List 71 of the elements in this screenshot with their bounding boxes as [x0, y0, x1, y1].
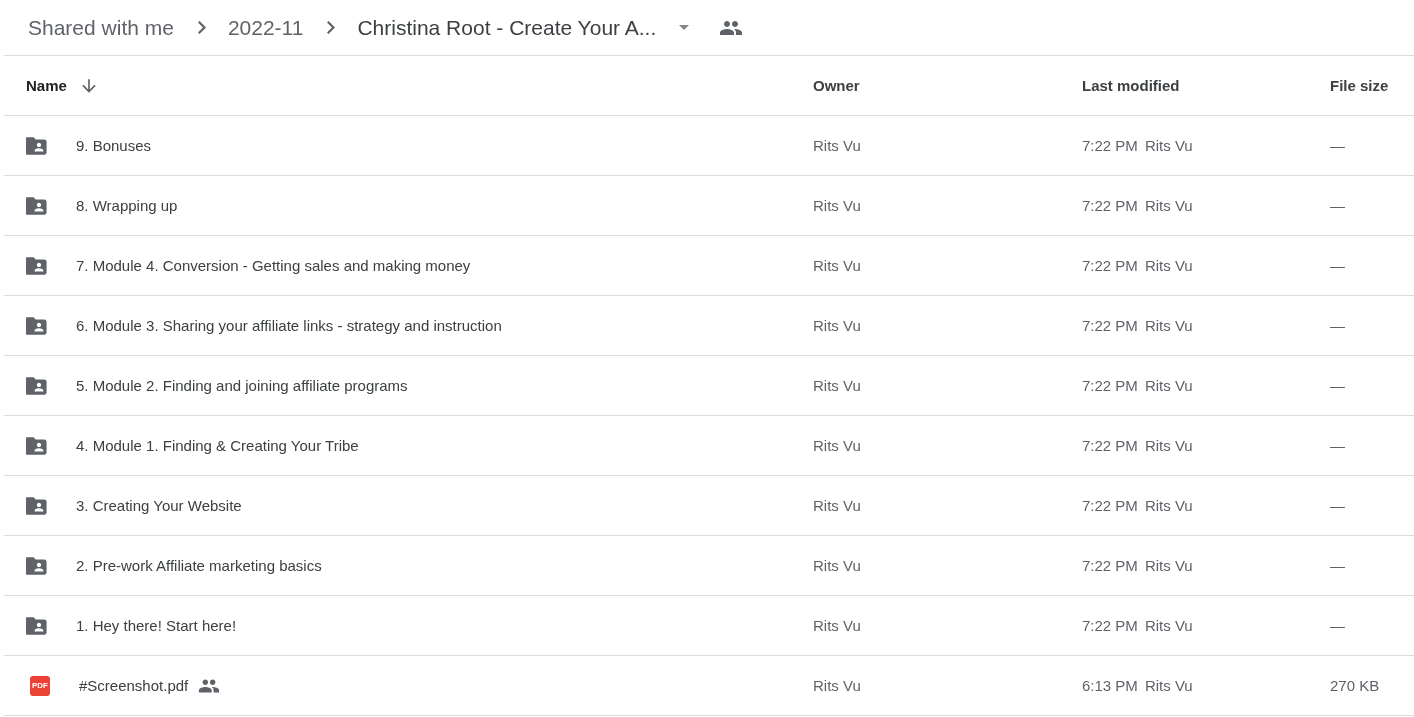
file-name: 2. Pre-work Affiliate marketing basics	[76, 557, 322, 574]
owner-name: Rits Vu	[813, 257, 861, 274]
file-name: 3. Creating Your Website	[76, 497, 242, 514]
file-size: —	[1330, 257, 1345, 274]
modified-by-name: Rits Vu	[1144, 197, 1193, 214]
modified-by-name: Rits Vu	[1144, 557, 1193, 574]
owner-name: Rits Vu	[813, 137, 861, 154]
file-name: 9. Bonuses	[76, 137, 152, 154]
owner-name: Rits Vu	[813, 437, 861, 454]
file-size: —	[1330, 377, 1345, 394]
pdf-file-icon: PDF	[30, 675, 50, 696]
file-name: 7. Module 4. Conversion - Getting sales and making money	[76, 257, 471, 274]
owner-name: Rits Vu	[813, 317, 861, 334]
file-size: —	[1330, 557, 1345, 574]
modified-time: 7:22 PM	[1082, 437, 1138, 454]
file-row[interactable]: 8. Wrapping up Rits Vu 7:22 PM Rits Vu —	[4, 176, 1414, 236]
owner-name: Rits Vu	[813, 377, 861, 394]
modified-time: 7:22 PM	[1082, 617, 1138, 634]
modified-by-name: Rits Vu	[1144, 617, 1193, 634]
breadcrumb-link[interactable]: Christina Root - Create Your A...	[357, 15, 657, 40]
modified-time: 7:22 PM	[1082, 257, 1138, 274]
column-header[interactable]: Last modified	[1082, 77, 1180, 94]
file-size: —	[1330, 137, 1345, 154]
modified-by-name: Rits Vu	[1144, 137, 1193, 154]
modified-time: 7:22 PM	[1082, 137, 1138, 154]
modified-by-name: Rits Vu	[1144, 677, 1193, 694]
modified-time: 7:22 PM	[1082, 197, 1138, 214]
file-row[interactable]: 5. Module 2. Finding and joining affiliate programs Rits Vu 7:22 PM Rits Vu —	[4, 356, 1414, 416]
modified-time: 7:22 PM	[1082, 317, 1138, 334]
file-size: —	[1330, 437, 1345, 454]
owner-name: Rits Vu	[813, 497, 861, 514]
file-row[interactable]: PDF #Screenshot.pdf Rits Vu 6:13 PM Rits Vu 270 KB	[4, 656, 1414, 716]
file-size: —	[1330, 197, 1345, 214]
modified-by-name: Rits Vu	[1144, 497, 1193, 514]
owner-name: Rits Vu	[813, 197, 861, 214]
file-row[interactable]: 7. Module 4. Conversion - Getting sales and making money Rits Vu 7:22 PM Rits Vu —	[4, 236, 1414, 296]
file-size: —	[1330, 617, 1345, 634]
file-name: 4. Module 1. Finding & Creating Your Tribe	[76, 437, 359, 454]
file-row[interactable]: 9. Bonuses Rits Vu 7:22 PM Rits Vu —	[4, 116, 1414, 176]
column-header[interactable]: Owner	[813, 77, 860, 94]
file-row[interactable]: 1. Hey there! Start here! Rits Vu 7:22 PM Rits Vu —	[4, 596, 1414, 656]
file-row[interactable]: 6. Module 3. Sharing your affiliate links - strategy and instruction Rits Vu 7:22 PM Rits Vu —	[4, 296, 1414, 356]
modified-by-name: Rits Vu	[1144, 437, 1193, 454]
modified-by-name: Rits Vu	[1144, 377, 1193, 394]
breadcrumb-link[interactable]: 2022-11	[227, 15, 304, 40]
file-size: —	[1330, 317, 1345, 334]
file-row[interactable]: 3. Creating Your Website Rits Vu 7:22 PM Rits Vu —	[4, 476, 1414, 536]
file-size: —	[1330, 497, 1345, 514]
owner-name: Rits Vu	[813, 557, 861, 574]
chevron-right-icon	[327, 21, 336, 34]
owner-name: Rits Vu	[813, 677, 861, 694]
file-row[interactable]: 4. Module 1. Finding & Creating Your Tribe Rits Vu 7:22 PM Rits Vu —	[4, 416, 1414, 476]
modified-time: 7:22 PM	[1082, 497, 1138, 514]
file-name: 6. Module 3. Sharing your affiliate links - strategy and instruction	[76, 317, 502, 334]
column-header[interactable]: Name	[26, 77, 67, 94]
file-name: 8. Wrapping up	[76, 197, 178, 214]
file-size: 270 KB	[1330, 677, 1380, 694]
modified-by-name: Rits Vu	[1144, 257, 1193, 274]
modified-by-name: Rits Vu	[1144, 317, 1193, 334]
modified-time: 7:22 PM	[1082, 377, 1138, 394]
dropdown-caret-icon	[679, 25, 690, 30]
file-row[interactable]: 2. Pre-work Affiliate marketing basics Rits Vu 7:22 PM Rits Vu —	[4, 536, 1414, 596]
modified-time: 6:13 PM	[1082, 677, 1138, 694]
file-name: 1. Hey there! Start here!	[76, 617, 237, 634]
file-name: 5. Module 2. Finding and joining affiliate programs	[76, 377, 408, 394]
file-name: #Screenshot.pdf	[79, 677, 189, 694]
chevron-right-icon	[197, 21, 206, 34]
modified-time: 7:22 PM	[1082, 557, 1138, 574]
column-header[interactable]: File size	[1330, 77, 1389, 94]
breadcrumb-link[interactable]: Shared with me	[28, 15, 174, 40]
owner-name: Rits Vu	[813, 617, 861, 634]
